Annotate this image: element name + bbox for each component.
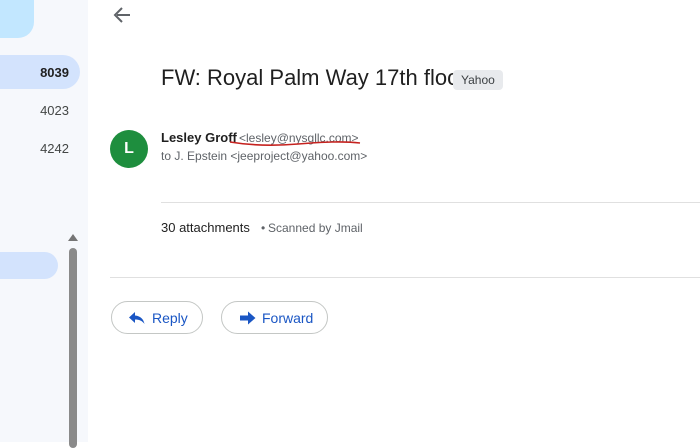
scroll-thumb[interactable] <box>69 248 77 448</box>
divider <box>110 277 700 278</box>
nav-item-3[interactable]: 4242 <box>0 131 80 165</box>
compose-button[interactable] <box>0 0 34 38</box>
scan-note: Scanned by Jmail <box>268 221 363 235</box>
nav-item-selected[interactable] <box>0 252 58 279</box>
label-chip[interactable]: Yahoo <box>453 70 503 90</box>
arrow-left-icon <box>113 7 130 23</box>
avatar[interactable]: L <box>110 130 148 168</box>
sender-name[interactable]: Lesley Groff <box>161 130 237 145</box>
back-button[interactable] <box>110 2 136 28</box>
forward-button[interactable]: Forward <box>221 301 328 334</box>
nav-item-count: 4023 <box>40 103 69 118</box>
nav-item-count: 8039 <box>40 65 69 80</box>
recipient-line[interactable]: to J. Epstein <jeeproject@yahoo.com> <box>161 149 367 163</box>
divider <box>161 202 700 203</box>
reply-label: Reply <box>152 310 188 326</box>
red-underline-annotation <box>229 141 361 146</box>
nav-item-2[interactable]: 4023 <box>0 93 80 127</box>
separator-dot: • <box>261 221 266 235</box>
nav-scrollbar[interactable] <box>68 234 78 448</box>
reply-button[interactable]: Reply <box>111 301 203 334</box>
forward-arrow-icon <box>240 311 256 325</box>
nav-item-1[interactable]: 8039 <box>0 55 80 89</box>
left-nav: 8039 4023 4242 <box>0 0 88 448</box>
email-subject: FW: Royal Palm Way 17th floor <box>161 65 467 90</box>
reply-arrow-icon <box>129 312 145 324</box>
attachments-count: 30 attachments <box>161 220 250 235</box>
forward-label: Forward <box>262 310 314 326</box>
scroll-up-arrow-icon[interactable] <box>68 234 78 241</box>
nav-item-count: 4242 <box>40 141 69 156</box>
